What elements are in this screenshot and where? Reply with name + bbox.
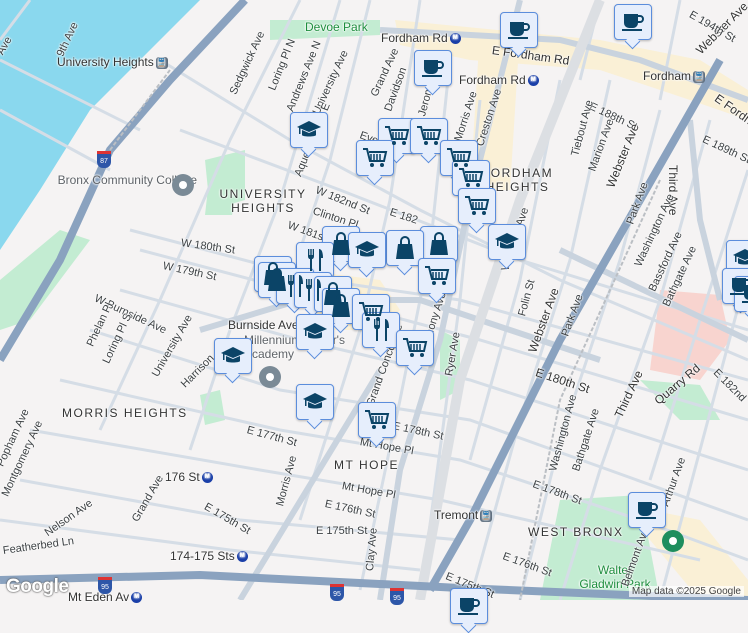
shopping-cart-icon <box>403 338 428 357</box>
graduation-cap-icon <box>495 233 519 249</box>
graduation-cap-icon <box>355 241 379 257</box>
shopping-cart-icon <box>425 266 450 285</box>
coffee-cup-icon <box>458 598 480 615</box>
park-devoe[interactable]: Devoe Park <box>305 20 368 34</box>
coffee-marker[interactable] <box>628 492 666 528</box>
coffee-cup-icon <box>742 286 748 303</box>
station-fordham[interactable]: Fordham 🚆 <box>643 69 706 83</box>
shopping-bag-icon <box>396 236 414 259</box>
graduation-cap-icon <box>303 393 327 409</box>
college-icon[interactable] <box>172 174 194 196</box>
map-attribution[interactable]: Map data ©2025 Google <box>628 586 744 597</box>
coffee-cup-icon <box>636 502 658 519</box>
school-marker[interactable] <box>296 384 334 420</box>
place-pin-icon[interactable] <box>259 366 281 388</box>
interstate-87-shield: 87 <box>97 151 111 168</box>
station-174-175-sts[interactable]: 174-175 Sts M <box>170 549 248 563</box>
school-marker[interactable] <box>488 224 526 260</box>
google-logo[interactable]: Google <box>6 576 69 598</box>
subway-icon: M <box>201 472 213 484</box>
station-fordham-rd-1[interactable]: Fordham Rd M <box>381 31 461 45</box>
coffee-cup-icon <box>622 14 644 31</box>
station-fordham-rd-2[interactable]: Fordham Rd M <box>459 73 539 87</box>
coffee-marker[interactable] <box>614 4 652 40</box>
school-marker[interactable] <box>296 314 334 350</box>
shopping-cart-icon <box>459 168 484 187</box>
fork-knife-icon <box>374 319 389 341</box>
station-university-heights[interactable]: University Heights 🚆 <box>57 55 168 69</box>
grocery-marker[interactable] <box>458 188 496 224</box>
station-176-st[interactable]: 176 St M <box>165 470 213 484</box>
shopping-bag-icon <box>332 232 350 255</box>
neighborhood-mt-hope: MT HOPE <box>334 458 399 472</box>
station-tremont[interactable]: Tremont 🚆 <box>434 508 493 522</box>
school-marker[interactable] <box>290 112 328 148</box>
shopping-cart-icon <box>363 148 388 167</box>
interstate-95-shield: 95 <box>390 588 404 605</box>
grocery-marker[interactable] <box>358 402 396 438</box>
grocery-marker[interactable] <box>396 330 434 366</box>
place-pin-green-icon[interactable] <box>662 530 684 552</box>
graduation-cap-icon <box>303 323 327 339</box>
coffee-marker[interactable] <box>500 12 538 48</box>
coffee-marker[interactable] <box>414 50 452 86</box>
subway-icon: M <box>527 75 539 87</box>
shopping-marker[interactable] <box>420 226 458 262</box>
subway-icon: M <box>131 592 143 604</box>
subway-icon: M <box>449 33 461 45</box>
train-icon: 🚆 <box>155 56 168 69</box>
shopping-bag-icon <box>430 232 448 255</box>
interstate-95-shield: 95 <box>98 577 112 594</box>
restaurant-marker[interactable] <box>362 312 400 348</box>
shopping-bag-icon <box>332 294 350 317</box>
shopping-cart-icon <box>417 126 442 145</box>
train-icon: 🚆 <box>693 70 706 83</box>
school-marker[interactable] <box>348 232 386 268</box>
subway-icon: M <box>236 551 248 563</box>
graduation-cap-icon <box>733 249 748 265</box>
grocery-marker[interactable] <box>418 258 456 294</box>
street-label: E 175th St <box>316 525 368 537</box>
street-label: Burnside Ave <box>228 318 299 332</box>
coffee-cup-icon <box>422 60 444 77</box>
train-icon: 🚆 <box>480 509 493 522</box>
shopping-cart-icon <box>465 196 490 215</box>
shopping-cart-icon <box>365 410 390 429</box>
graduation-cap-icon <box>221 347 245 363</box>
neighborhood-university-heights: UNIVERSITY HEIGHTS <box>219 187 307 215</box>
neighborhood-morris-heights: MORRIS HEIGHTS <box>62 406 188 420</box>
graduation-cap-icon <box>297 121 321 137</box>
school-marker[interactable] <box>214 338 252 374</box>
shopping-cart-icon <box>385 126 410 145</box>
interstate-95-shield: 95 <box>330 584 344 601</box>
fork-knife-icon <box>308 249 323 271</box>
coffee-marker[interactable] <box>450 588 488 624</box>
neighborhood-west-bronx: WEST BRONX <box>528 525 624 539</box>
coffee-cup-icon <box>508 22 530 39</box>
